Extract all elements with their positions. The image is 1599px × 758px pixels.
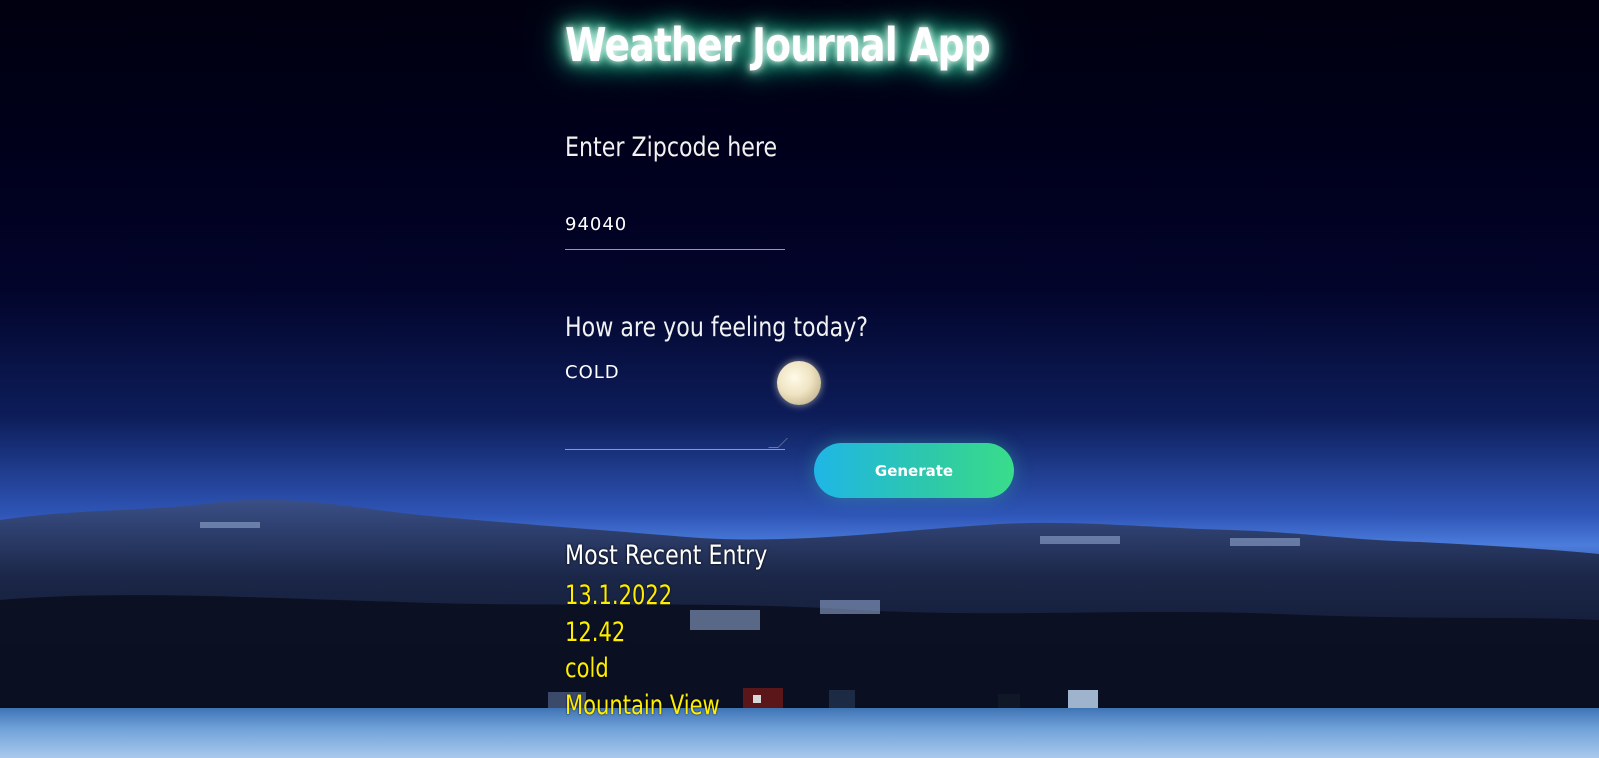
entry-title: Most Recent Entry [565,540,768,571]
entry-date: 13.1.2022 [565,580,673,611]
app-title: Weather Journal App [565,18,991,72]
entry-content: cold [565,653,609,684]
zip-input[interactable] [565,200,785,250]
feelings-label: How are you feeling today? [565,312,869,343]
entry-city: Mountain View [565,690,720,721]
feelings-textarea[interactable]: COLD [565,362,785,450]
generate-button[interactable]: Generate [814,443,1014,498]
zip-label: Enter Zipcode here [565,132,778,163]
entry-temp: 12.42 [565,617,626,648]
app-container: Weather Journal App Enter Zipcode here H… [565,0,1035,758]
